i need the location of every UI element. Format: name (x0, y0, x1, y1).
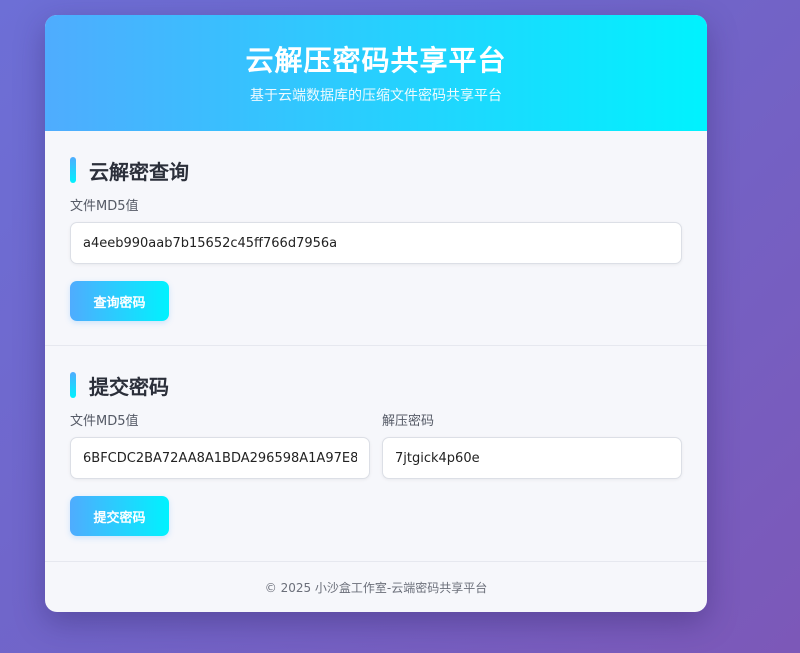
main-card: 云解压密码共享平台 基于云端数据库的压缩文件密码共享平台 云解密查询 文件MD5… (45, 15, 707, 612)
page-header: 云解压密码共享平台 基于云端数据库的压缩文件密码共享平台 (45, 15, 707, 131)
submit-section: 提交密码 文件MD5值 解压密码 提交密码 (45, 346, 707, 562)
query-md5-label: 文件MD5值 (70, 199, 139, 214)
submit-password-group: 解压密码 (382, 414, 682, 479)
submit-md5-input[interactable] (70, 437, 370, 479)
submit-md5-group: 文件MD5值 (70, 414, 370, 479)
query-password-button[interactable]: 查询密码 (70, 281, 169, 321)
submit-md5-label: 文件MD5值 (70, 414, 139, 429)
submit-section-title: 提交密码 (89, 374, 169, 399)
query-section-title: 云解密查询 (89, 159, 189, 184)
accent-bar (70, 372, 76, 398)
submit-password-label: 解压密码 (382, 414, 435, 429)
footer: © 2025 小沙盒工作室-云端密码共享平台 (264, 581, 488, 595)
submit-section-heading: 提交密码 (70, 372, 682, 399)
query-md5-input[interactable] (70, 222, 682, 264)
accent-bar (70, 157, 76, 183)
submit-password-button[interactable]: 提交密码 (70, 496, 169, 536)
submit-fields-row: 文件MD5值 解压密码 (70, 414, 682, 479)
page-title: 云解压密码共享平台 (245, 44, 507, 77)
query-section: 云解密查询 文件MD5值 查询密码 (45, 131, 707, 346)
submit-password-input[interactable] (382, 437, 682, 479)
query-section-heading: 云解密查询 (70, 157, 682, 184)
page-subtitle: 基于云端数据库的压缩文件密码共享平台 (250, 88, 502, 104)
